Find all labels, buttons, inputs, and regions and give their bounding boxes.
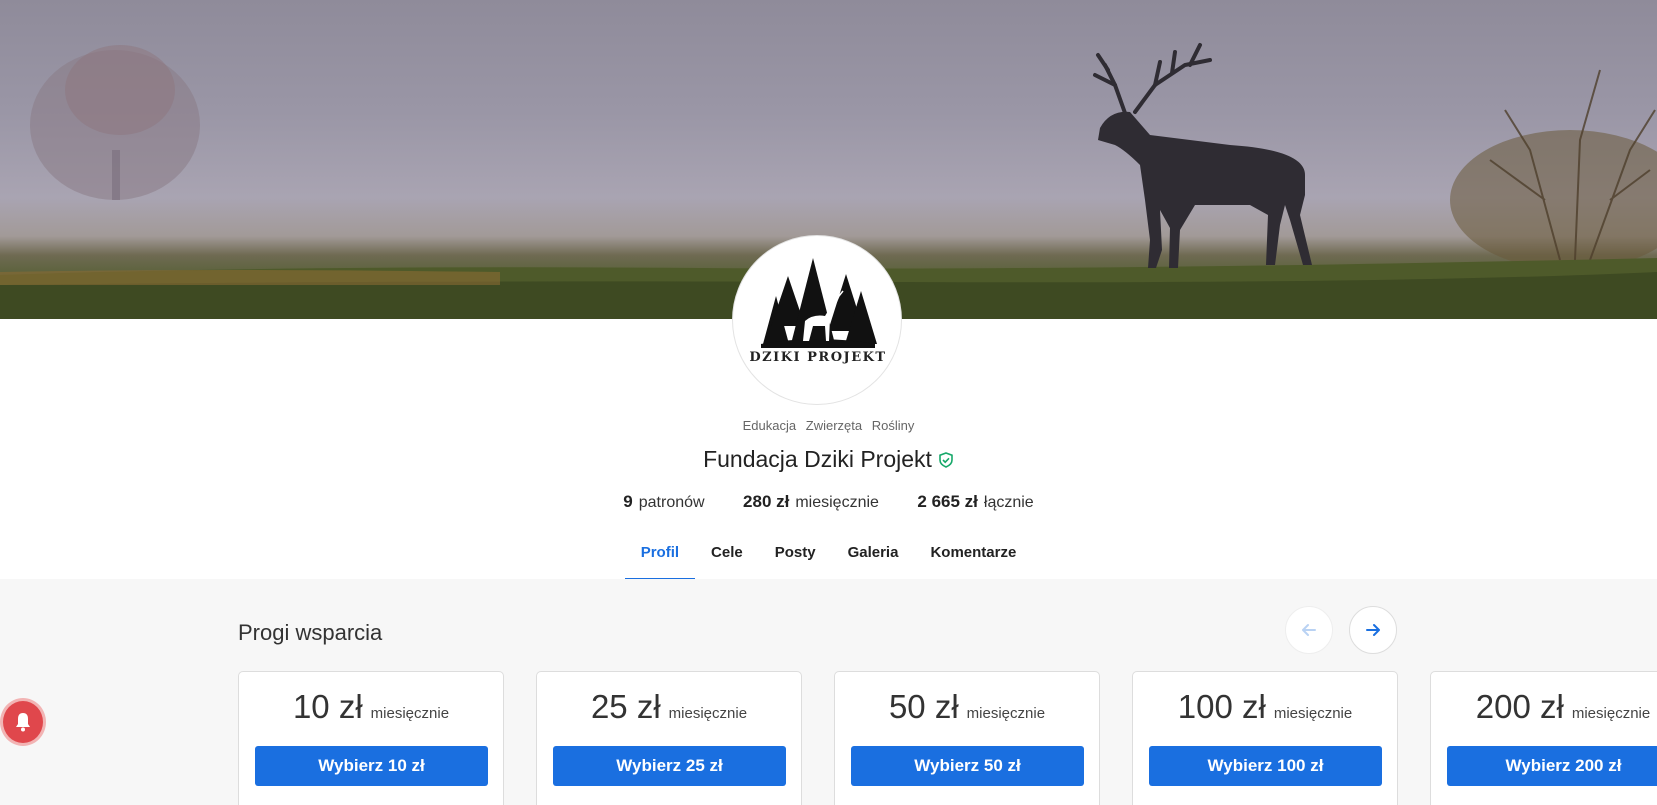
carousel-next-button[interactable] [1349,606,1397,654]
support-tiers-section: Progi wsparcia 10 zł miesięcznie Wybierz … [0,579,1657,805]
tier-card: 200 zł miesięcznie Wybierz 200 zł [1430,671,1657,805]
tier-amount: 25 zł [590,688,661,725]
tier-amount: 200 zł [1475,688,1564,725]
tier-amount: 10 zł [292,688,363,725]
page-title: Fundacja Dziki Projekt [703,446,932,472]
tier-price: 50 zł miesięcznie [835,688,1099,726]
choose-tier-button[interactable]: Wybierz 25 zł [553,746,786,786]
tier-card: 10 zł miesięcznie Wybierz 10 zł [238,671,504,805]
tier-price: 200 zł miesięcznie [1431,688,1657,726]
carousel-prev-button[interactable] [1285,606,1333,654]
tier-period: miesięcznie [1571,705,1651,722]
tier-period: miesięcznie [1273,705,1353,722]
stat-label: łącznie [983,494,1034,511]
choose-tier-button[interactable]: Wybierz 50 zł [851,746,1084,786]
organization-logo: DZIKI PROJEKT [732,235,902,405]
stat-value: 280 zł [743,492,790,511]
tab-cele[interactable]: Cele [695,538,759,580]
arrow-left-icon [1302,624,1316,636]
category-list: Edukacja Zwierzęta Rośliny [0,418,1657,433]
stat-monthly: 280 zł miesięcznie [743,492,879,512]
section-title: Progi wsparcia [238,620,383,645]
choose-tier-button[interactable]: Wybierz 100 zł [1149,746,1382,786]
tier-period: miesięcznie [370,705,450,722]
stat-value: 9 [623,492,633,511]
tier-price: 10 zł miesięcznie [239,688,503,726]
tier-card: 100 zł miesięcznie Wybierz 100 zł [1132,671,1398,805]
tier-price: 100 zł miesięcznie [1133,688,1397,726]
forest-deer-logo-icon [761,258,877,348]
tab-profil[interactable]: Profil [624,538,696,580]
profile-tabs: Profil Cele Posty Galeria Komentarze [0,538,1657,580]
category-tag[interactable]: Zwierzęta [806,418,862,433]
profile-stats: 9 patronów 280 zł miesięcznie 2 665 zł łącz… [0,492,1657,512]
bell-icon [16,713,30,732]
stat-patrons: 9 patronów [623,492,704,512]
profile-title: Fundacja Dziki Projekt [0,446,1657,474]
tier-price: 25 zł miesięcznie [537,688,801,726]
category-tag[interactable]: Edukacja [743,418,796,433]
choose-tier-button[interactable]: Wybierz 10 zł [255,746,488,786]
stat-label: miesięcznie [795,494,879,511]
notification-bell-button[interactable] [0,698,46,746]
logo-text: DZIKI PROJEKT [749,350,887,365]
tab-komentarze[interactable]: Komentarze [914,538,1032,580]
choose-tier-button[interactable]: Wybierz 200 zł [1447,746,1657,786]
stat-label: patronów [638,494,705,511]
tier-period: miesięcznie [668,705,748,722]
page: DZIKI PROJEKT Edukacja Zwierzęta Rośliny… [0,0,1657,805]
tier-amount: 50 zł [888,688,959,725]
stat-total: 2 665 zł łącznie [917,492,1033,512]
tier-period: miesięcznie [966,705,1046,722]
stat-value: 2 665 zł [917,492,978,511]
tier-amount: 100 zł [1177,688,1266,725]
tab-posty[interactable]: Posty [759,538,832,580]
tier-card: 25 zł miesięcznie Wybierz 25 zł [536,671,802,805]
verified-shield-icon [938,447,954,474]
arrow-right-icon [1366,624,1380,636]
tier-card: 50 zł miesięcznie Wybierz 50 zł [834,671,1100,805]
tab-galeria[interactable]: Galeria [832,538,915,580]
category-tag[interactable]: Rośliny [872,418,915,433]
